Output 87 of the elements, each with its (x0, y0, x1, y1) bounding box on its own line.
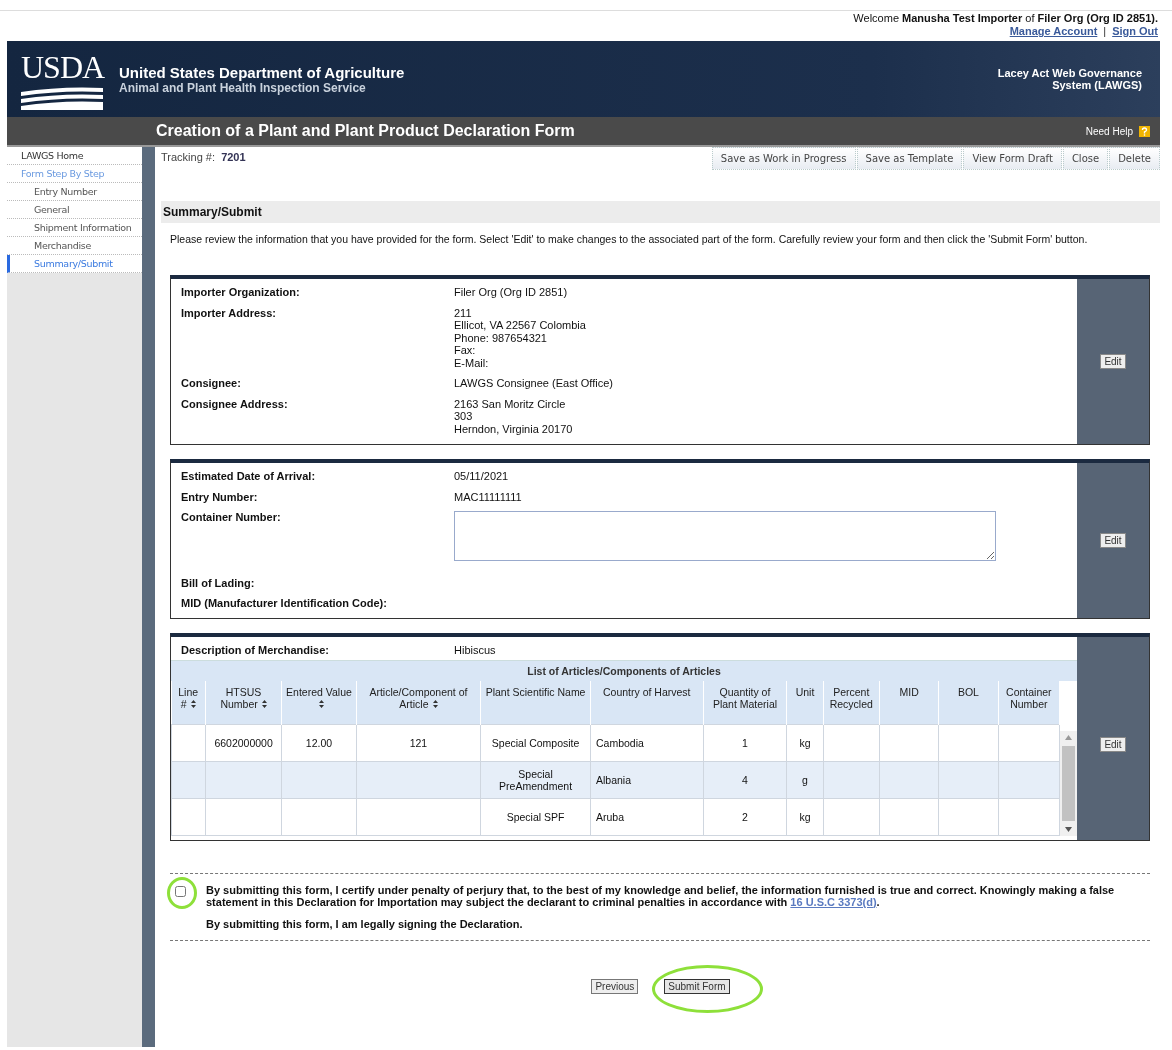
container-number-field[interactable] (454, 511, 996, 561)
account-link[interactable]: Sign Out (1112, 25, 1158, 38)
agency-name: United States Department of Agriculture (119, 63, 406, 81)
field-value: LAWGS Consignee (East Office) (454, 377, 613, 390)
table-cell: 1 (742, 736, 748, 749)
instructions-text: Please review the information that you have provided for the form. Select 'Edit' to make changes to the associated part of the form. Carefully review your form and then click the 'Submit Form' button. (170, 233, 1089, 245)
field-label: Entry Number: (181, 490, 259, 503)
field-label: Description of Merchandise: (181, 644, 330, 657)
field-label: Consignee Address: (181, 397, 289, 412)
column-header[interactable]: Plant Scientific Name (480, 680, 591, 724)
scroll-down-icon[interactable] (1065, 826, 1072, 832)
edit-button[interactable]: Edit (1100, 354, 1126, 369)
table-cell: 2 (742, 810, 748, 823)
account-link[interactable]: Manage Account (1009, 25, 1098, 38)
field-label: Bill of Lading: (181, 577, 256, 589)
field-label: Container Number: (181, 511, 282, 525)
edit-button[interactable]: Edit (1100, 737, 1126, 752)
certification-text: By submitting this form, I certify under penalty of perjury that, to the best of my knowledge and belief, the information furnished is true and correct. Knowingly making a false statement in this Declaration for Importation may subject the declarant to criminal penalties in accordance with 16 U.S.C 3373(d). (206, 883, 1116, 908)
sort-icon[interactable] (190, 699, 196, 708)
tracking-number: Tracking #: 7201 (161, 150, 246, 163)
page-title: Creation of a Plant and Plant Product Declaration Form (156, 122, 576, 140)
column-header[interactable]: Article/Component of Article (356, 680, 481, 724)
law-link[interactable]: 16 U.S.C 3373(d) (790, 895, 877, 908)
scrollbar[interactable] (1060, 730, 1077, 836)
column-header[interactable]: Entered Value (281, 680, 357, 724)
column-header[interactable]: MID (879, 680, 939, 724)
column-header[interactable]: Line # (171, 680, 206, 724)
signing-text: By submitting this form, I am legally signing the Declaration. (206, 917, 524, 930)
field-label: Estimated Date of Arrival: (181, 470, 317, 483)
column-header[interactable]: Percent Recycled (823, 680, 880, 724)
toolbar-button[interactable]: Save as Work in Progress (711, 147, 856, 170)
sort-icon[interactable] (432, 699, 438, 708)
certify-checkbox[interactable] (175, 885, 186, 897)
table-cell: Special PreAmendment (499, 767, 573, 792)
highlight-ring (167, 876, 197, 909)
column-header[interactable]: Unit (786, 680, 824, 724)
column-header[interactable]: Container Number (998, 680, 1060, 724)
table-cell: g (802, 773, 808, 786)
edit-button[interactable]: Edit (1100, 533, 1126, 548)
column-header[interactable]: HTSUS Number (205, 680, 282, 724)
link-separator: | (1103, 25, 1107, 38)
welcome-text: Welcome Manusha Test Importer of Filer Org (Org ID 2851). (853, 12, 1158, 25)
form-button[interactable]: Previous (591, 978, 639, 994)
field-label: Importer Address: (181, 306, 277, 321)
field-value: 05/11/2021 (454, 470, 509, 483)
nav-link[interactable]: LAWGS Home (7, 147, 142, 165)
system-name: Lacey Act Web Governance System (LAWGS) (996, 67, 1142, 91)
toolbar-button[interactable]: Close (1062, 147, 1109, 170)
service-name: Animal and Plant Health Inspection Service (119, 80, 366, 95)
table-cell: 6602000000 (214, 736, 273, 749)
nav-item[interactable]: Entry Number (7, 183, 142, 201)
table-cell: 12.00 (305, 736, 333, 749)
sort-icon[interactable] (318, 699, 324, 708)
table-cell: Special SPF (506, 810, 565, 823)
table-cell: 121 (409, 736, 428, 749)
toolbar-button[interactable]: Delete (1109, 147, 1160, 170)
field-value: Hibiscus (454, 644, 496, 657)
table-cell: Special Composite (491, 736, 580, 749)
field-value: 211 Ellicot, VA 22567 Colombia Phone: 987654321 Fax: E-Mail: (454, 306, 586, 369)
help-link[interactable]: Need Help (1085, 125, 1133, 137)
column-header[interactable]: Country of Harvest (590, 680, 704, 724)
table-cell: Aruba (596, 810, 625, 823)
sort-icon[interactable] (261, 699, 267, 708)
nav-item[interactable]: Summary/Submit (7, 255, 142, 273)
table-cell: kg (799, 810, 811, 823)
table-cell: 4 (742, 773, 748, 786)
table-caption: List of Articles/Components of Articles (171, 659, 1077, 681)
field-value: MAC11111111 (454, 490, 522, 503)
table-cell: Albania (596, 773, 632, 786)
form-button[interactable]: Submit Form (664, 978, 730, 994)
field-label: Consignee: (181, 377, 242, 390)
table-cell: kg (799, 736, 811, 749)
table-cell: Cambodia (596, 736, 644, 749)
toolbar-button[interactable]: Save as Template (856, 147, 963, 170)
column-header[interactable]: BOL (938, 680, 999, 724)
column-header[interactable]: Quantity of Plant Material (703, 680, 787, 724)
toolbar-button[interactable]: View Form Draft (963, 147, 1062, 170)
nav-item[interactable]: General (7, 201, 142, 219)
nav-item[interactable]: Merchandise (7, 237, 142, 255)
field-label: MID (Manufacturer Identification Code): (181, 597, 388, 609)
nav-item[interactable]: Shipment Information (7, 219, 142, 237)
section-header: Summary/Submit (161, 201, 1160, 223)
help-icon[interactable] (1139, 125, 1150, 137)
field-label: Importer Organization: (181, 286, 301, 299)
field-value: Filer Org (Org ID 2851) (454, 286, 568, 299)
field-value: 2163 San Moritz Circle 303 Herndon, Virginia 20170 (454, 397, 573, 435)
usda-logo: USDA (21, 48, 111, 110)
